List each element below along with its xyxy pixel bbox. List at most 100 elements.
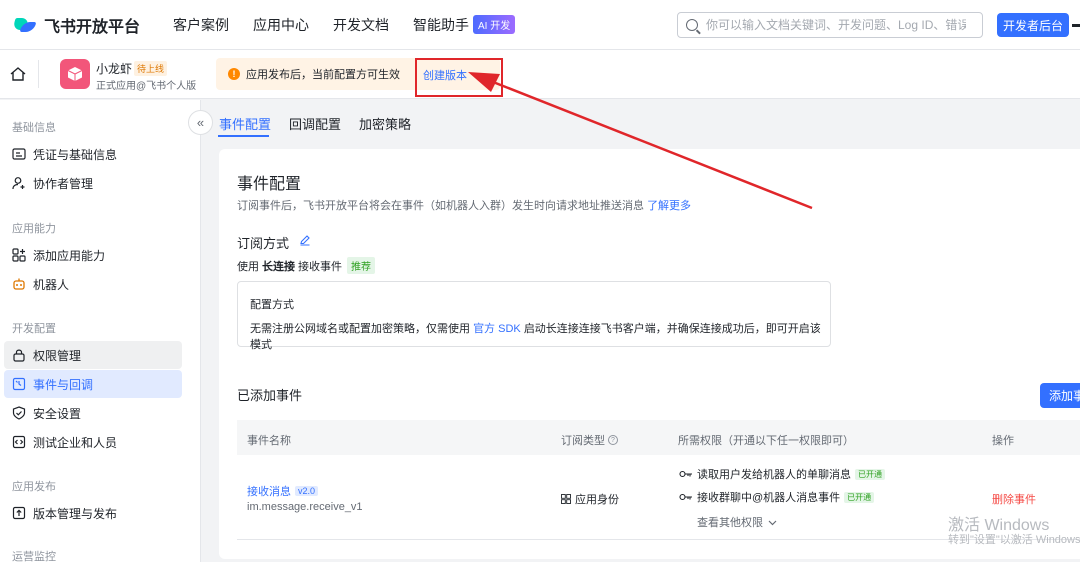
tab-callback-config[interactable]: 回调配置 bbox=[289, 114, 341, 133]
more-icon[interactable] bbox=[1072, 24, 1080, 27]
delete-event-button[interactable]: 删除事件 bbox=[992, 491, 1036, 507]
config-method-desc: 无需注册公网域名或配置加密策略，仅需使用 官方 SDK 启动长连接连接飞书客户端… bbox=[250, 320, 830, 352]
app-status-badge: 待上线 bbox=[134, 61, 168, 76]
config-method-box: 配置方式 无需注册公网域名或配置加密策略，仅需使用 官方 SDK 启动长连接连接… bbox=[237, 281, 831, 351]
annotation-highlight-box bbox=[415, 58, 503, 97]
col-actions: 操作 bbox=[992, 435, 1014, 447]
warning-icon: ! bbox=[228, 68, 240, 80]
collapse-sidebar-button[interactable]: « bbox=[188, 110, 213, 135]
tab-event-config[interactable]: 事件配置 bbox=[219, 114, 271, 133]
brand[interactable]: 飞书开放平台 bbox=[12, 13, 141, 37]
learn-more-link[interactable]: 了解更多 bbox=[647, 200, 691, 212]
sidebar-item-credentials[interactable]: 凭证与基础信息 bbox=[4, 140, 182, 168]
event-name[interactable]: 接收消息 v2.0 bbox=[247, 483, 319, 499]
sidebar-item-label: 权限管理 bbox=[33, 348, 82, 363]
sidebar-item-security[interactable]: 安全设置 bbox=[4, 399, 182, 427]
developer-console-button[interactable]: 开发者后台 bbox=[997, 13, 1070, 37]
view-more-permissions[interactable]: 查看其他权限 bbox=[697, 514, 777, 530]
official-sdk-link[interactable]: 官方 SDK bbox=[473, 323, 521, 335]
nav-link-assistant[interactable]: 智能助手 AI 开发 bbox=[413, 15, 516, 35]
subscribe-method-title: 订阅方式 bbox=[237, 236, 290, 251]
tab-encryption[interactable]: 加密策略 bbox=[359, 114, 411, 133]
config-desc-part1: 无需注册公网域名或配置加密策略，仅需使用 bbox=[250, 323, 470, 335]
feishu-logo-icon bbox=[12, 16, 37, 34]
chevron-down-icon bbox=[768, 520, 777, 526]
long-connection-label: 长连接 bbox=[262, 260, 295, 273]
sidebar: 基础信息 凭证与基础信息 协作者管理 应用能力 添加应用能力 机器人 开发配置 … bbox=[0, 100, 201, 562]
col-sub-type: 订阅类型? bbox=[561, 432, 618, 448]
nav-link-app-center[interactable]: 应用中心 bbox=[253, 15, 309, 35]
search-box[interactable] bbox=[677, 12, 983, 38]
app-avatar bbox=[60, 59, 90, 89]
page-description: 订阅事件后，飞书开放平台将会在事件（如机器人入群）发生时向请求地址推送消息 了解… bbox=[237, 197, 691, 213]
permission-label: 读取用户发给机器人的单聊消息 bbox=[697, 469, 851, 481]
app-cube-icon bbox=[67, 67, 83, 81]
add-event-label: 添加事件 bbox=[1049, 389, 1080, 403]
enabled-badge: 已开通 bbox=[844, 491, 875, 503]
col-sub-type-label: 订阅类型 bbox=[561, 435, 605, 447]
double-chevron-left-icon: « bbox=[196, 115, 205, 130]
search-icon bbox=[686, 19, 698, 31]
sidebar-item-label: 添加应用能力 bbox=[33, 248, 106, 263]
user-add-icon bbox=[12, 177, 25, 190]
event-icon bbox=[12, 377, 26, 391]
app-header: 小龙虾 待上线 正式应用@飞书个人版 ! 应用发布后，当前配置方可生效 创建版本 bbox=[0, 50, 1080, 99]
view-more-label: 查看其他权限 bbox=[697, 517, 763, 529]
use-prefix: 使用 bbox=[237, 260, 259, 273]
sidebar-item-events[interactable]: 事件与回调 bbox=[4, 370, 182, 398]
added-events-title: 已添加事件 bbox=[237, 388, 303, 403]
home-icon[interactable] bbox=[10, 67, 26, 81]
subscribe-method: 使用 长连接 接收事件 推荐 bbox=[237, 257, 375, 274]
lock-icon bbox=[13, 349, 25, 362]
subscription-type-label: 应用身份 bbox=[575, 494, 619, 506]
subscription-type: 应用身份 bbox=[561, 491, 619, 507]
nav-link-cases[interactable]: 客户案例 bbox=[173, 15, 229, 35]
config-method-title: 配置方式 bbox=[250, 299, 294, 311]
key-icon bbox=[679, 493, 692, 501]
col-event-name: 事件名称 bbox=[247, 435, 291, 447]
plus-grid-icon bbox=[12, 248, 26, 262]
sidebar-item-test-tenants[interactable]: 测试企业和人员 bbox=[4, 428, 182, 456]
sidebar-item-label: 安全设置 bbox=[33, 406, 82, 421]
sidebar-item-add-capability[interactable]: 添加应用能力 bbox=[4, 241, 182, 269]
enabled-badge: 已开通 bbox=[855, 468, 885, 480]
search-input[interactable] bbox=[706, 18, 966, 32]
sidebar-item-label: 机器人 bbox=[33, 277, 70, 292]
add-event-button[interactable]: 添加事件 bbox=[1040, 383, 1080, 408]
nav-link-assistant-label: 智能助手 bbox=[413, 16, 470, 33]
sidebar-section-basic: 基础信息 bbox=[12, 122, 56, 134]
sidebar-item-label: 事件与回调 bbox=[33, 377, 94, 392]
help-icon[interactable]: ? bbox=[608, 435, 618, 445]
permission-item: 读取用户发给机器人的单聊消息 已开通 bbox=[679, 466, 885, 482]
recommend-badge: 推荐 bbox=[347, 257, 375, 274]
sidebar-item-bot[interactable]: 机器人 bbox=[4, 270, 182, 298]
sidebar-item-versions[interactable]: 版本管理与发布 bbox=[4, 499, 182, 527]
sidebar-item-permissions[interactable]: 权限管理 bbox=[4, 341, 182, 369]
header-divider bbox=[38, 60, 39, 88]
col-permissions: 所需权限（开通以下任一权限即可） bbox=[678, 435, 854, 447]
sidebar-section-dev: 开发配置 bbox=[12, 323, 56, 335]
sidebar-section-release: 应用发布 bbox=[12, 481, 56, 493]
shield-icon bbox=[12, 406, 26, 420]
page-title: 事件配置 bbox=[237, 176, 302, 193]
event-code: im.message.receive_v1 bbox=[247, 501, 363, 513]
sidebar-item-label: 凭证与基础信息 bbox=[33, 147, 118, 162]
ai-badge: AI 开发 bbox=[473, 15, 516, 34]
page-description-text: 订阅事件后，飞书开放平台将会在事件（如机器人入群）发生时向请求地址推送消息 bbox=[237, 200, 644, 212]
sidebar-item-label: 版本管理与发布 bbox=[33, 506, 118, 521]
sidebar-item-collaborators[interactable]: 协作者管理 bbox=[4, 169, 182, 197]
use-suffix: 接收事件 bbox=[298, 260, 342, 273]
code-icon bbox=[12, 435, 26, 449]
id-card-icon bbox=[12, 148, 26, 160]
edit-icon[interactable] bbox=[299, 234, 311, 246]
windows-watermark-sub: 转到"设置"以激活 Windows。 bbox=[948, 534, 1080, 546]
sidebar-item-label: 协作者管理 bbox=[33, 176, 94, 191]
permission-label: 接收群聊中@机器人消息事件 bbox=[697, 492, 841, 504]
grid-icon bbox=[561, 494, 571, 504]
key-icon bbox=[679, 470, 692, 478]
nav-link-docs[interactable]: 开发文档 bbox=[333, 15, 389, 35]
table-header: 事件名称 订阅类型? 所需权限（开通以下任一权限即可） 操作 bbox=[237, 420, 1080, 455]
active-tab-indicator bbox=[218, 135, 269, 137]
app-name: 小龙虾 bbox=[96, 62, 133, 76]
brand-name: 飞书开放平台 bbox=[44, 18, 141, 36]
